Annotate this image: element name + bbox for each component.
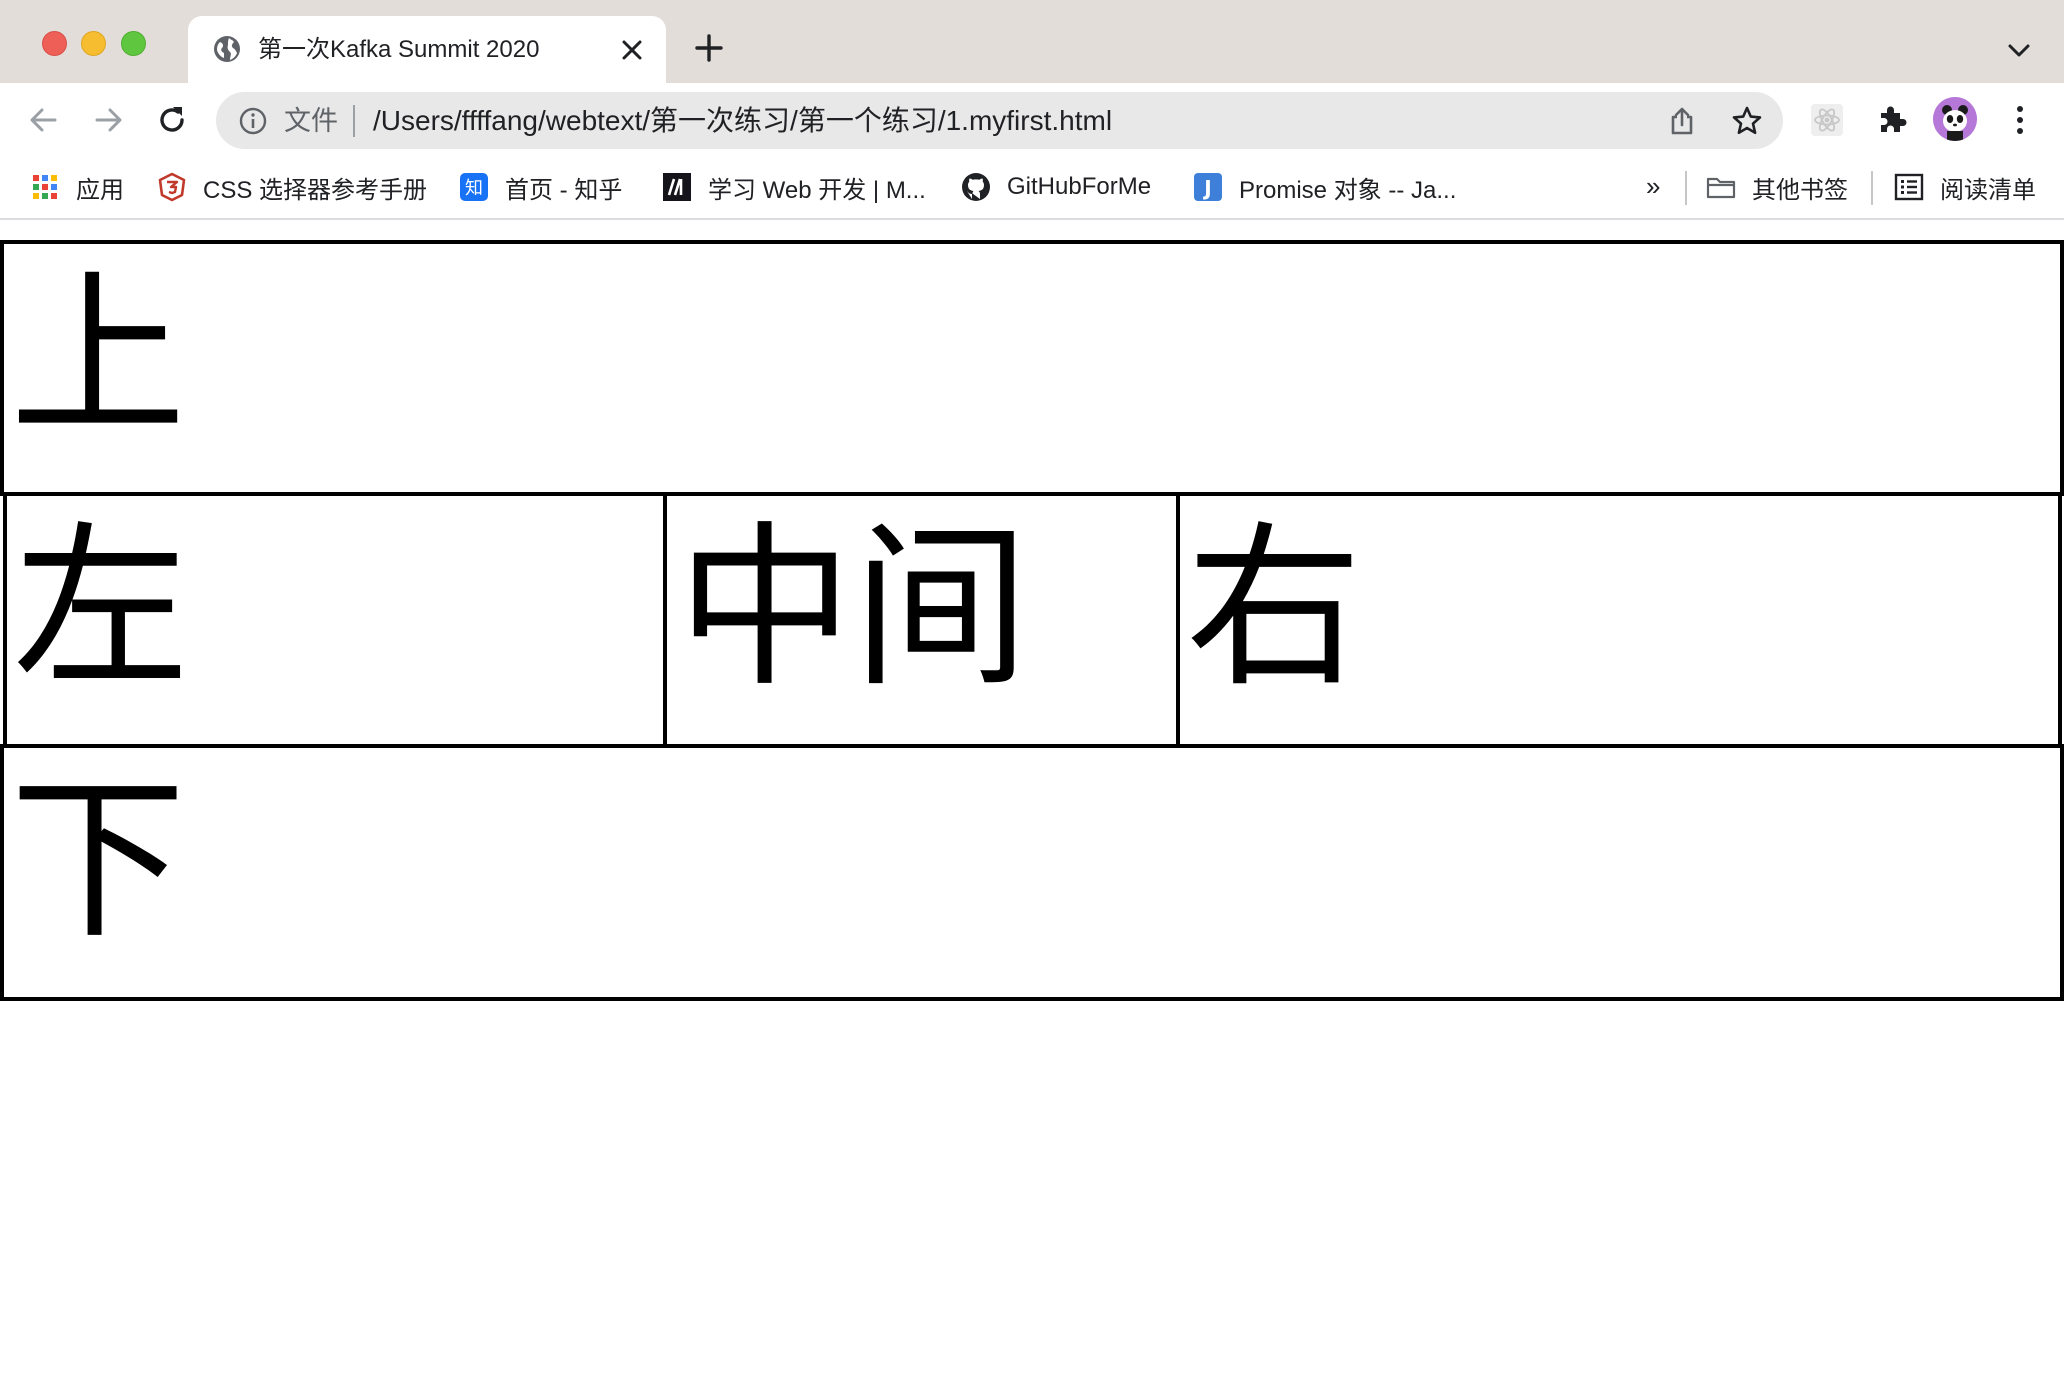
middle-label: 中间 (677, 506, 1030, 711)
extensions-puzzle-icon[interactable] (1875, 103, 1909, 137)
bookmark-zhihu[interactable]: 知 首页 - 知乎 (459, 166, 622, 208)
apps-grid-icon (33, 175, 57, 199)
left-label: 左 (13, 506, 190, 711)
browser-toolbar: 文件 /Users/ffffang/webtext/第一次练习/第一个练习/1.… (0, 83, 2064, 158)
tab-strip: 第一次Kafka Summit 2020 (0, 0, 2064, 83)
panda-avatar-icon (1933, 97, 1977, 141)
globe-icon (214, 36, 240, 62)
share-icon[interactable] (1668, 106, 1696, 136)
top-label: 上 (10, 254, 187, 459)
window-zoom-button[interactable] (121, 31, 146, 56)
close-icon[interactable] (620, 38, 644, 62)
bookmark-mdn[interactable]: 学习 Web 开发 | M... (662, 166, 926, 208)
scheme-label: 文件 (284, 106, 338, 136)
window-close-button[interactable] (42, 31, 67, 56)
reading-list-icon (1894, 173, 1924, 201)
middle-box: 中间 (663, 492, 1182, 748)
bookmark-label: 首页 - 知乎 (505, 176, 623, 204)
address-bar[interactable]: 文件 /Users/ffffang/webtext/第一次练习/第一个练习/1.… (216, 92, 1783, 149)
bookmark-label: 阅读清单 (1940, 176, 2036, 204)
bookmark-label: 学习 Web 开发 | M... (708, 176, 926, 204)
profile-avatar[interactable] (1933, 97, 1977, 141)
bookmark-label: GitHubForMe (1007, 173, 1152, 200)
mdn-icon (663, 173, 691, 201)
page-viewport: 上 左 中间 右 下 (0, 222, 2064, 1376)
top-box: 上 (0, 240, 2064, 496)
bookmark-label: 其他书签 (1752, 176, 1848, 204)
right-label: 右 (1186, 506, 1363, 711)
bookmark-label: 应用 (76, 176, 124, 204)
star-icon[interactable] (1731, 105, 1763, 137)
url-text[interactable]: /Users/ffffang/webtext/第一次练习/第一个练习/1.myf… (373, 104, 1523, 138)
bookmark-label: Promise 对象 -- Ja... (1239, 176, 1457, 204)
folder-icon (1706, 177, 1736, 199)
bookmarks-divider (1685, 171, 1687, 205)
kebab-menu-icon[interactable] (2008, 103, 2032, 137)
react-devtools-icon[interactable] (1810, 103, 1844, 137)
right-box: 右 (1176, 492, 2062, 748)
chevron-down-icon[interactable] (2007, 40, 2031, 60)
bookmark-css-selectors[interactable]: CSS 选择器参考手册 (157, 166, 427, 208)
svg-text:J: J (1202, 176, 1211, 200)
new-tab-icon[interactable] (695, 34, 723, 62)
active-tab[interactable]: 第一次Kafka Summit 2020 (188, 16, 666, 83)
bookmark-apps[interactable]: 应用 (30, 166, 124, 208)
reload-icon[interactable] (155, 103, 189, 137)
css3-shield-icon (158, 172, 186, 202)
bottom-label: 下 (10, 758, 187, 963)
forward-arrow-icon[interactable] (91, 103, 125, 137)
tab-title: 第一次Kafka Summit 2020 (258, 36, 540, 63)
info-icon[interactable] (238, 106, 268, 136)
omnibox-divider (353, 105, 355, 137)
bookmarks-bar: 应用 CSS 选择器参考手册 知 首页 - 知乎 学习 Web 开发 | M..… (0, 158, 2064, 220)
bookmark-label: CSS 选择器参考手册 (203, 176, 428, 204)
left-box: 左 (3, 492, 669, 748)
window-minimize-button[interactable] (81, 31, 106, 56)
github-icon (962, 173, 990, 201)
svg-text:知: 知 (465, 178, 483, 199)
bookmarks-overflow-button[interactable]: » (1646, 171, 1668, 201)
reading-list-button[interactable]: 阅读清单 (1894, 166, 2036, 208)
back-arrow-icon[interactable] (27, 103, 61, 137)
zhihu-icon: 知 (460, 173, 488, 201)
bookmarks-divider (1871, 171, 1873, 205)
j-icon: J (1194, 173, 1222, 201)
bottom-box: 下 (0, 744, 2064, 1001)
bookmark-other-folder[interactable]: 其他书签 (1706, 166, 1848, 208)
bookmark-promise[interactable]: J Promise 对象 -- Ja... (1193, 166, 1456, 208)
bookmark-github[interactable]: GitHubForMe (961, 166, 1151, 208)
